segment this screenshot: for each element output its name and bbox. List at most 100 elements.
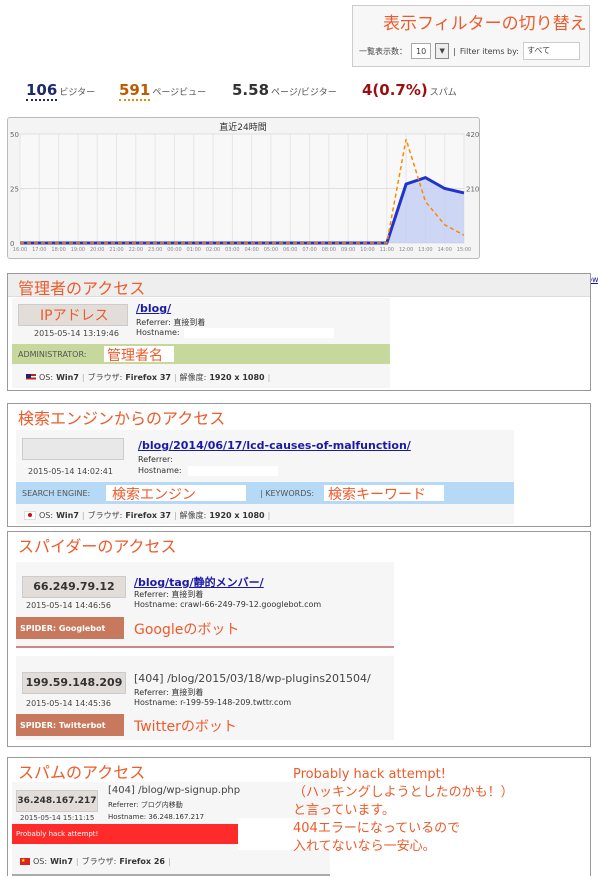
count-value: 10 [416,46,427,56]
admin-path-link[interactable]: /blog/ [136,302,171,315]
x-tick-label: 06:00 [283,247,297,253]
x-tick-label: 05:00 [264,247,278,253]
spam-panel: スパムのアクセス 36.248.167.217 [404] /blog/wp-s… [7,757,591,877]
x-tick-label: 15:00 [457,247,471,253]
spider-bar: SPIDER: Twitterbot [16,714,124,736]
count-select[interactable]: 10 [411,43,432,59]
resolution-value: 1920 x 1080 [209,511,265,520]
browser-label: ブラウザ: [87,373,123,382]
spam-env-row: ★ OS: Win7 | ブラウザ: Firefox 26 | [20,857,171,866]
filter-panel: 表示フィルターの切り替え 一覧表示数： 10 ▼ | Filter items … [352,5,590,67]
spam-hostname: Hostname: 36.248.167.217 [108,813,205,821]
y-left-tick-label: 50 [10,131,19,139]
spam-bar: Probably hack attempt! [12,824,238,844]
stat-visitors: 106 ビジター [26,80,96,101]
ip-box[interactable] [22,438,124,460]
ip-box[interactable]: 199.59.148.209 [22,672,126,694]
us-flag-icon [26,374,36,381]
spam-title: スパムのアクセス [18,763,146,782]
spam-note-line: （ハッキングしようとしたのかも！） [293,785,514,800]
spider-panel: スパイダーのアクセス 66.249.79.12 /blog/tag/静的メンバー… [7,531,591,747]
x-tick-label: 18:00 [51,247,65,253]
admin-env-row: OS: Win7 | ブラウザ: Firefox 37 | 解像度: 1920 x 108… [26,372,270,383]
x-tick-label: 21:00 [109,247,123,253]
chart-svg: 5025042021016:00 17:00 18:00 19:00 20:00 21:0… [10,121,479,253]
x-tick-label: 23:00 [148,247,162,253]
filter-input[interactable]: すべて [522,42,580,60]
os-label: OS: [39,511,54,520]
x-tick-label: 04:00 [244,247,258,253]
spam-referrer: Referrer: ブログ内移動 [108,801,183,809]
chevron-down-icon[interactable]: ▼ [435,43,450,59]
spam-note: Probably hack attempt! （ハッキングしようとしたのかも！）… [293,766,514,856]
search-card: /blog/2014/06/17/lcd-causes-of-malfuncti… [16,430,514,524]
spam-label: スパム [429,88,457,98]
spider-bar-label: SPIDER: Twitterbot [20,721,106,730]
resolution-label: 解像度: [179,373,207,382]
search-hostname: Hostname: [138,466,182,475]
ip-box[interactable]: 36.248.167.217 [16,790,98,812]
admin-card: IPアドレス /blog/ Referrer: 直接到着 Hostname: 2… [12,298,390,388]
search-panel: 検索エンジンからのアクセス /blog/2014/06/17/lcd-cause… [7,403,591,527]
x-tick-label: 20:00 [90,247,104,253]
spam-bar-label: Probably hack attempt! [16,830,99,838]
search-path-link[interactable]: /blog/2014/06/17/lcd-causes-of-malfuncti… [138,439,411,452]
ip-box[interactable]: 66.249.79.12 [22,576,126,598]
keywords-label: | KEYWORDS: [260,489,315,498]
y-left-tick-label: 25 [10,186,19,194]
filter-separator: | [453,46,456,56]
visitors-label: ビジター [59,88,96,98]
ppv-label: ページ/ビジター [271,88,337,98]
ip-annotation: IPアドレス [40,308,109,324]
page-bottom [0,876,598,888]
spider-bar-label: SPIDER: Googlebot [20,624,106,633]
x-tick-label: 10:00 [360,247,374,253]
spider-card: 66.249.79.12 /blog/tag/静的メンバー/ Referrer:… [16,562,394,648]
admin-bar: ADMINISTRATOR: 管理者名 [12,344,390,364]
spam-count: 4(0.7%) [362,81,428,99]
keywords-annotation: 検索キーワード [328,487,426,503]
spam-note-line: と言っています。 [293,803,396,818]
x-tick-label: 22:00 [129,247,143,253]
spider-path-link[interactable]: /blog/tag/静的メンバー/ [134,574,264,590]
filter-label: Filter items by: [459,46,519,56]
spider-date: 2015-05-14 14:46:56 [26,601,111,610]
spam-note-line: 入れてないなら一安心。 [293,839,436,854]
spam-note-line: Probably hack attempt! [293,767,446,782]
engine-label: SEARCH ENGINE: [22,489,91,498]
x-tick-label: 17:00 [32,247,46,253]
spider-hostname: Hostname: crawl-66-249-79-12.googlebot.c… [134,600,322,609]
browser-label: ブラウザ: [81,857,117,866]
x-tick-label: 16:00 [13,247,27,253]
spider-card: 199.59.148.209 [404] /blog/2015/03/18/wp… [16,656,394,740]
spam-note-line: 404エラーになっているので [293,821,461,836]
os-label: OS: [33,857,48,866]
pageviews-label: ページビュー [152,88,207,98]
filter-row: 一覧表示数： 10 ▼ | Filter items by: すべて [359,42,580,60]
admin-hostname: Hostname: [136,328,180,337]
stat-pageviews: 591 ページビュー [119,80,207,101]
search-env-row: OS: Win7 | ブラウザ: Firefox 37 | 解像度: 1920 x 108… [24,510,270,521]
admin-referrer: Referrer: 直接到着 [136,318,206,327]
os-label: OS: [39,373,54,382]
search-title: 検索エンジンからのアクセス [18,409,226,428]
resolution-label: 解像度: [179,511,207,520]
y-right-tick-label: 210 [466,186,479,194]
spider-path-link[interactable]: [404] /blog/2015/03/18/wp-plugins201504/ [134,672,371,685]
spam-path-link[interactable]: [404] /blog/wp-signup.php [108,785,240,796]
x-tick-label: 14:00 [437,247,451,253]
resolution-value: 1920 x 1080 [209,373,265,382]
x-tick-label: 01:00 [187,247,201,253]
pageviews-count: 591 [119,81,151,101]
search-bar: SEARCH ENGINE: 検索エンジン | KEYWORDS: 検索キーワー… [16,482,514,504]
browser-value: Firefox 37 [125,373,171,382]
spider-date: 2015-05-14 14:45:36 [26,699,111,708]
admin-date: 2015-05-14 13:19:46 [34,329,119,338]
ppv-count: 5.58 [232,81,270,99]
x-tick-label: 02:00 [206,247,220,253]
spam-card: 36.248.167.217 [404] /blog/wp-signup.php… [12,782,330,876]
redaction [184,328,334,338]
cn-flag-icon: ★ [20,858,30,865]
browser-value: Firefox 37 [125,511,171,520]
jp-flag-icon [24,511,36,520]
